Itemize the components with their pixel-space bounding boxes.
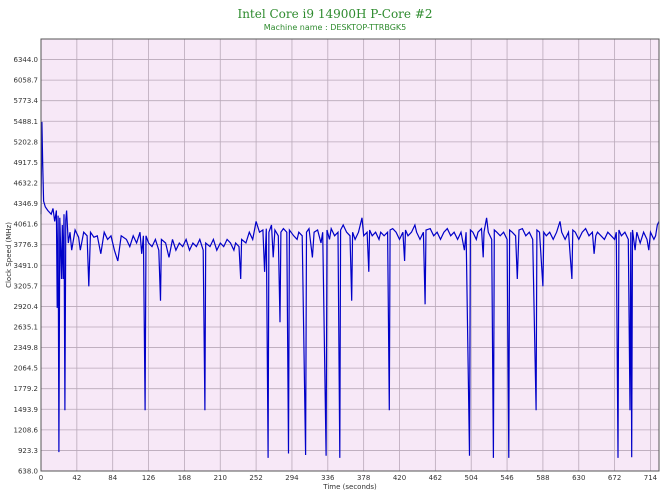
x-tick-label: 420 xyxy=(393,474,406,482)
y-tick-label: 2635.1 xyxy=(14,323,39,331)
x-tick-label: 294 xyxy=(285,474,299,482)
y-tick-label: 3205.7 xyxy=(14,282,39,290)
x-tick-label: 378 xyxy=(357,474,370,482)
y-tick-label: 2064.5 xyxy=(14,365,39,373)
y-tick-label: 4917.5 xyxy=(14,159,39,167)
x-tick-label: 546 xyxy=(500,474,514,482)
y-tick-label: 5202.8 xyxy=(14,138,39,146)
y-axis-label: Clock Speed (MHz) xyxy=(5,222,13,288)
y-tick-label: 3491.0 xyxy=(14,262,39,270)
y-tick-label: 5773.4 xyxy=(14,97,39,105)
x-tick-label: 630 xyxy=(572,474,585,482)
y-tick-label: 4632.2 xyxy=(14,179,39,187)
y-tick-label: 4346.9 xyxy=(14,200,39,208)
y-tick-label: 1493.9 xyxy=(14,406,39,414)
y-tick-label: 3776.3 xyxy=(14,241,39,249)
clock-speed-chart: 638.0 923.3 1208.6 1493.9 1779.2 2064.5 2349.8… xyxy=(5,38,660,491)
y-tick-label: 4061.6 xyxy=(14,221,39,229)
y-tick-label: 6344.0 xyxy=(14,56,39,64)
y-tick-label: 5488.1 xyxy=(14,118,39,126)
y-tick-label: 2349.8 xyxy=(14,344,39,352)
x-axis-ticks: 0 42 84 126 168 210 252 294 336 378 420 462 504 546 58… xyxy=(39,474,658,482)
x-tick-label: 672 xyxy=(608,474,621,482)
x-tick-label: 336 xyxy=(321,474,335,482)
y-tick-label: 1779.2 xyxy=(14,385,39,393)
y-tick-label: 6058.7 xyxy=(14,77,39,85)
y-axis-ticks: 638.0 923.3 1208.6 1493.9 1779.2 2064.5 2349.8… xyxy=(14,56,39,475)
y-tick-label: 2920.4 xyxy=(14,303,39,311)
y-tick-label: 923.3 xyxy=(18,447,38,455)
x-tick-label: 42 xyxy=(72,474,81,482)
x-tick-label: 126 xyxy=(142,474,156,482)
x-tick-label: 210 xyxy=(214,474,227,482)
x-tick-label: 588 xyxy=(536,474,549,482)
x-axis-label: Time (seconds) xyxy=(322,483,377,491)
y-tick-label: 638.0 xyxy=(18,468,38,476)
x-tick-label: 714 xyxy=(644,474,658,482)
x-tick-label: 504 xyxy=(465,474,479,482)
x-tick-label: 168 xyxy=(178,474,191,482)
x-tick-label: 84 xyxy=(108,474,117,482)
x-tick-label: 252 xyxy=(249,474,262,482)
x-tick-label: 462 xyxy=(429,474,442,482)
y-tick-label: 1208.6 xyxy=(14,426,39,434)
x-tick-label: 0 xyxy=(39,474,43,482)
